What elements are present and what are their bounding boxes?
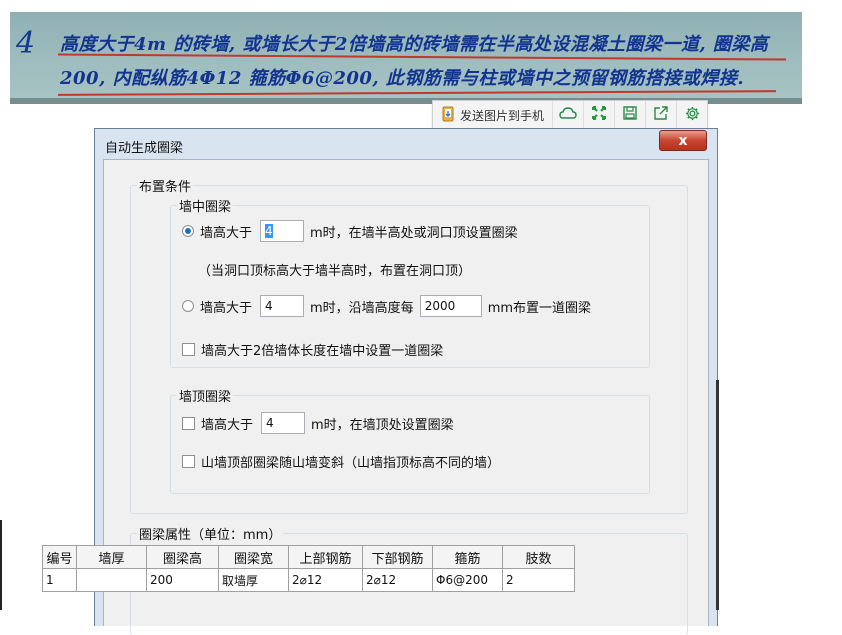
red-underline (57, 90, 777, 96)
gear-icon (685, 106, 700, 125)
mid-option-2-prefix: 墙高大于 (200, 300, 253, 316)
fullscreen-button[interactable] (584, 101, 616, 129)
top-check-2-row: 山墙顶部圈梁随山墙变斜（山墙指顶标高不同的墙） (182, 452, 500, 471)
mid-option-2-mid-text: m时，沿墙高度每 (310, 300, 414, 316)
image-toolbar: 发送图片到手机 (432, 100, 709, 130)
table-cell[interactable]: 2⌀12 (288, 568, 363, 592)
cloud-icon (559, 106, 577, 124)
mid-check-row: 墙高大于2倍墙体长度在墙中设置一道圈梁 (182, 340, 443, 359)
table-row[interactable]: 1 200 取墙厚 2⌀12 2⌀12 Φ6@200 2 (42, 568, 575, 592)
close-button[interactable]: x (659, 130, 707, 151)
dialog-titlebar[interactable]: 自动生成圈梁 x (95, 129, 717, 157)
table-cell[interactable]: Φ6@200 (432, 568, 503, 592)
col-header[interactable]: 箍筋 (432, 545, 503, 569)
top-check-1-row: 墙高大于 4 m时，在墙顶处设置圈梁 (182, 412, 454, 434)
mid-note: （当洞口顶标高大于墙半高时，布置在洞口顶） (198, 264, 472, 279)
top-height-checkbox[interactable] (182, 416, 195, 430)
gable-slope-checkbox[interactable] (182, 455, 195, 468)
share-icon (654, 106, 668, 124)
cloud-button[interactable] (553, 101, 585, 129)
table-cell[interactable]: 取墙厚 (218, 568, 289, 592)
mid-double-length-checkbox[interactable] (182, 343, 195, 356)
top-height-input[interactable]: 4 (261, 412, 306, 434)
mid-option-2-radio[interactable] (182, 300, 194, 312)
mid-option-2-spacing-input[interactable]: 2000 (419, 295, 482, 317)
beam-properties-legend: 圈梁属性（单位：mm） (139, 528, 282, 543)
save-button[interactable] (615, 101, 647, 129)
phone-send-icon (441, 106, 455, 125)
mid-option-2-row: 墙高大于 4 m时，沿墙高度每 2000 mm布置一道圈梁 (182, 295, 591, 317)
photo-text-line-2: 200, 内配纵筋4Φ12 箍筋Φ6@200, 此钢筋需与柱或墙中之预留钢筋搭接… (60, 68, 745, 89)
mid-option-1-radio[interactable] (182, 225, 194, 237)
top-wall-beam-legend: 墙顶圈梁 (179, 390, 232, 405)
col-header[interactable]: 墙厚 (76, 545, 147, 569)
col-header[interactable]: 圈梁宽 (218, 545, 289, 569)
top-check-1-suffix: m时，在墙顶处设置圈梁 (311, 417, 454, 433)
mid-option-2-suffix: mm布置一道圈梁 (487, 300, 592, 316)
col-header[interactable]: 圈梁高 (146, 545, 219, 569)
mid-check-label: 墙高大于2倍墙体长度在墙中设置一道圈梁 (201, 344, 444, 359)
mid-option-1-suffix: m时，在墙半高处或洞口顶设置圈梁 (310, 225, 518, 241)
settings-button[interactable] (677, 101, 707, 129)
mid-option-2-height-input[interactable]: 4 (260, 295, 305, 317)
mid-option-1-row: 墙高大于 4 m时，在墙半高处或洞口顶设置圈梁 (182, 220, 518, 242)
mid-option-1-height-input[interactable]: 4 (260, 220, 305, 242)
col-header[interactable]: 下部钢筋 (362, 545, 433, 569)
col-header[interactable]: 肢数 (502, 545, 575, 569)
close-icon: x (678, 132, 688, 149)
expand-icon (591, 105, 607, 124)
table-cell[interactable]: 2 (502, 568, 575, 592)
top-check-2-label: 山墙顶部圈梁随山墙变斜（山墙指顶标高不同的墙） (201, 456, 501, 471)
col-header[interactable]: 上部钢筋 (288, 545, 363, 569)
table-header-row: 编号 墙厚 圈梁高 圈梁宽 上部钢筋 下部钢筋 箍筋 肢数 (42, 545, 575, 569)
table-cell[interactable]: 1 (42, 568, 77, 592)
mid-option-1-prefix: 墙高大于 (200, 225, 253, 241)
mid-wall-beam-legend: 墙中圈梁 (179, 200, 232, 215)
save-icon (623, 106, 637, 124)
background-edge (0, 520, 2, 610)
send-to-phone-button[interactable]: 发送图片到手机 (433, 101, 554, 129)
background-edge (716, 380, 719, 610)
table-cell[interactable] (76, 568, 147, 592)
send-to-phone-label: 发送图片到手机 (460, 108, 545, 123)
top-wall-beam-group: 墙顶圈梁 (170, 386, 650, 494)
dialog-title: 自动生成圈梁 (105, 141, 184, 156)
beam-properties-table: 编号 墙厚 圈梁高 圈梁宽 上部钢筋 下部钢筋 箍筋 肢数 1 200 取墙厚 … (42, 545, 575, 592)
share-button[interactable] (646, 101, 678, 129)
table-cell[interactable]: 200 (146, 568, 219, 592)
document-photo: 4 高度大于4m 的砖墙, 或墙长大于2倍墙高的砖墙需在半高处设混凝土圈梁一道,… (10, 12, 802, 104)
layout-conditions-legend: 布置条件 (139, 180, 192, 195)
handwritten-checkmark: 4 (16, 26, 36, 61)
table-cell[interactable]: 2⌀12 (362, 568, 433, 592)
col-header[interactable]: 编号 (42, 545, 77, 569)
photo-text-line-1: 高度大于4m 的砖墙, 或墙长大于2倍墙高的砖墙需在半高处设混凝土圈梁一道, 圈… (60, 34, 769, 55)
top-check-1-prefix: 墙高大于 (201, 417, 254, 433)
